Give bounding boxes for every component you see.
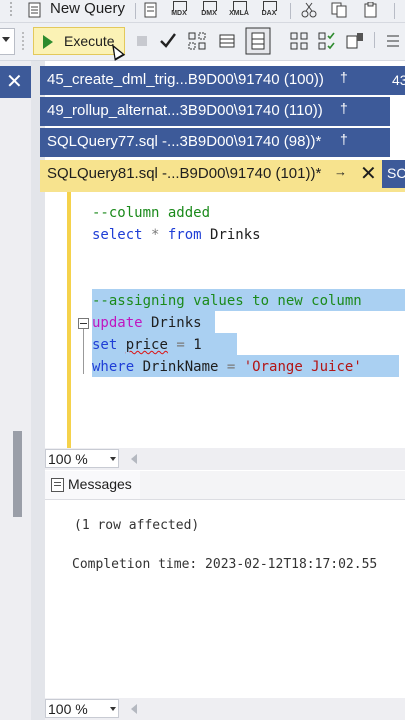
live-statistics-icon[interactable] (318, 32, 336, 50)
include-plan-icon[interactable] (290, 32, 308, 50)
code-line: --assigning values to new column (92, 293, 362, 309)
chevron-down-icon (2, 37, 10, 42)
parse-checkmark-icon[interactable] (159, 32, 177, 50)
active-document-tab[interactable]: SQLQuery81.sql -...B9D00\91740 (101))* →… (40, 160, 382, 188)
toolbar-separator (290, 3, 291, 19)
change-tracking-margin (67, 192, 71, 448)
code-line: update Drinks (92, 315, 202, 331)
database-query-icon[interactable] (143, 2, 161, 18)
play-icon (43, 35, 53, 49)
chevron-down-icon (110, 707, 116, 711)
zoom-selector[interactable]: 100 % (45, 699, 119, 718)
collapse-outline-icon[interactable] (78, 318, 89, 329)
code-line: select * from Drinks (92, 227, 261, 243)
toolbar-separator (135, 3, 136, 19)
editor-zoom-bar: 100 % (45, 448, 405, 470)
code-line: set price = 1 (92, 337, 202, 353)
toolbar-overflow-icon[interactable] (4, 2, 18, 18)
xmla-query-button[interactable]: XMLA (228, 1, 250, 19)
object-explorer-header: ✕ (0, 66, 31, 98)
pin-icon[interactable]: † (340, 69, 348, 85)
cut-icon[interactable] (300, 2, 318, 18)
document-tab[interactable]: 49_rollup_alternat...3B9D00\91740 (110))… (40, 97, 390, 126)
cancel-query-icon[interactable] (133, 32, 151, 50)
query-options-icon[interactable] (218, 32, 236, 50)
new-query-icon[interactable] (26, 2, 44, 18)
overflow-tab[interactable]: 43 (390, 66, 405, 95)
database-selector[interactable] (0, 28, 15, 55)
close-icon[interactable]: ✕ (6, 69, 23, 94)
object-explorer-panel: ✕ (0, 61, 31, 720)
message-line: Completion time: 2023-02-12T18:17:02.55 (72, 557, 378, 572)
code-line: --column added (92, 205, 211, 221)
document-tab[interactable]: 45_create_dml_trig...B9D00\91740 (100)) … (40, 66, 390, 95)
zoom-selector[interactable]: 100 % (45, 449, 119, 468)
toolbar-separator (374, 32, 375, 48)
sql-editor-toolbar: Execute (0, 23, 405, 61)
overflow-tab[interactable]: SC (382, 160, 405, 188)
close-icon[interactable]: ✕ (360, 161, 377, 186)
dmx-query-button[interactable]: DMX (198, 1, 220, 19)
top-toolbar: New Query MDX DMX XMLA DAX (0, 0, 405, 23)
mdx-query-button[interactable]: MDX (168, 1, 190, 19)
document-tab[interactable]: SQLQuery77.sql -...3B9D00\91740 (98))* † (40, 128, 390, 157)
chevron-down-icon (110, 457, 116, 461)
toolbar-grip-icon (22, 32, 24, 50)
code-line: where DrinkName = 'Orange Juice' (92, 359, 362, 375)
results-tab-bar: Messages (45, 471, 405, 500)
execution-plan-icon[interactable] (188, 32, 206, 50)
dax-query-button[interactable]: DAX (258, 1, 280, 19)
results-to-grid-icon[interactable] (245, 27, 271, 55)
tab-messages[interactable]: Messages (45, 471, 140, 499)
pin-icon[interactable]: † (340, 131, 348, 147)
scroll-left-icon[interactable] (131, 704, 137, 714)
messages-icon (51, 478, 64, 492)
vertical-scrollbar[interactable] (13, 431, 22, 517)
client-statistics-icon[interactable] (346, 32, 364, 50)
scroll-left-icon[interactable] (131, 454, 137, 464)
toolbar-separator (394, 3, 395, 19)
new-query-button[interactable]: New Query (50, 0, 125, 17)
results-zoom-bar: 100 % (45, 698, 405, 720)
pin-icon[interactable]: † (340, 100, 348, 116)
paste-icon[interactable] (362, 2, 380, 18)
pin-icon[interactable]: → (334, 164, 347, 179)
message-line: (1 row affected) (74, 518, 200, 533)
messages-pane: (1 row affected) Completion time: 2023-0… (45, 500, 405, 698)
copy-icon[interactable] (330, 2, 348, 18)
comment-lines-icon[interactable] (384, 32, 402, 50)
outline-guide (83, 329, 84, 374)
sql-editor[interactable]: --column added select * from Drinks --as… (45, 192, 405, 448)
